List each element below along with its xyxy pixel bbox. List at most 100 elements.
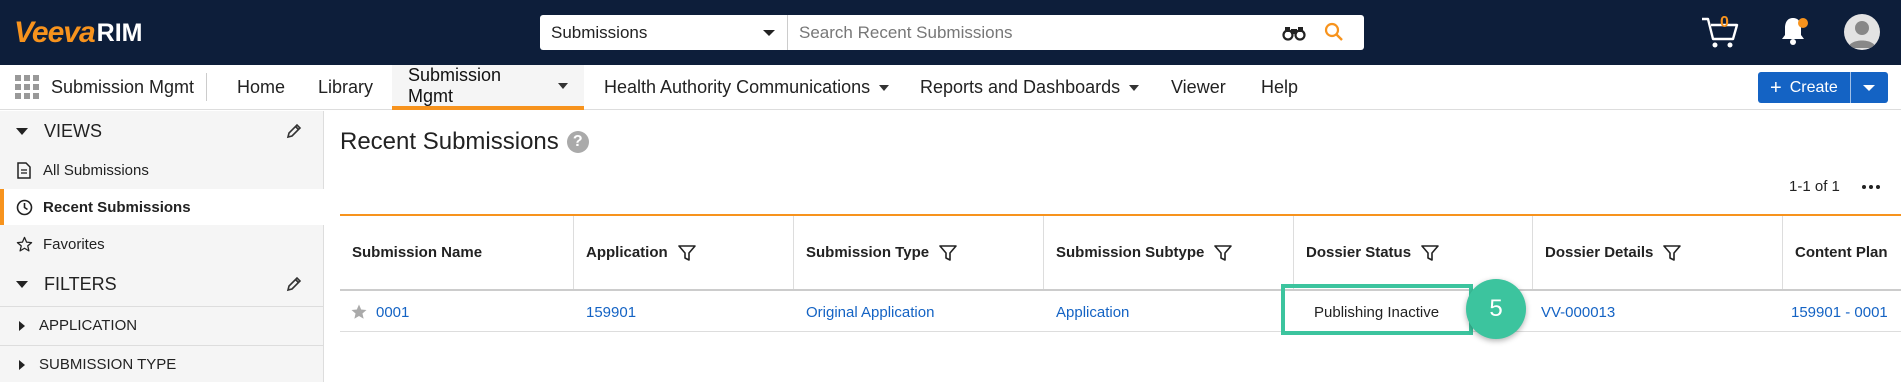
submission-subtype-link[interactable]: Application: [1056, 304, 1129, 321]
filter-icon[interactable]: [1663, 244, 1682, 262]
table-header-row: Submission Name Application Submission T…: [340, 216, 1901, 291]
column-header-submission-name[interactable]: Submission Name: [340, 216, 574, 289]
cell-dossier-details: VV-000013: [1533, 292, 1783, 332]
user-avatar[interactable]: [1844, 14, 1880, 50]
global-search: Submissions: [540, 15, 1364, 50]
nav-tab-help[interactable]: Help: [1245, 65, 1314, 110]
chevron-down-icon: [558, 82, 568, 89]
column-header-label: Submission Type: [806, 244, 930, 261]
expand-icon: [19, 359, 25, 370]
sidebar-item-all-submissions[interactable]: All Submissions: [0, 152, 324, 188]
current-app-label[interactable]: Submission Mgmt: [51, 77, 194, 98]
column-header-dossier-details[interactable]: Dossier Details: [1533, 216, 1783, 289]
sidebar-item-label: Recent Submissions: [43, 198, 191, 216]
column-header-label: Submission Subtype: [1056, 244, 1205, 261]
application-link[interactable]: 159901: [586, 304, 636, 321]
pagination-count: 1-1 of 1: [1789, 178, 1840, 195]
chevron-down-icon: [763, 30, 775, 36]
clock-icon: [15, 199, 33, 216]
search-input[interactable]: [788, 15, 1364, 50]
cart-count: 0: [1720, 14, 1729, 31]
filters-section-header[interactable]: FILTERS: [0, 264, 324, 304]
nav-divider: [206, 73, 207, 101]
table-row: 0001 159901 Original Application Applica…: [340, 292, 1901, 332]
veeva-rim-logo[interactable]: Veeva RIM: [14, 16, 143, 49]
pencil-icon[interactable]: [286, 123, 302, 144]
main-nav: Submission Mgmt Home Library Submission …: [0, 65, 1901, 110]
filters-title: FILTERS: [44, 273, 117, 294]
filter-icon[interactable]: [939, 244, 957, 262]
more-actions-icon[interactable]: [1862, 185, 1880, 189]
plus-icon: +: [1770, 76, 1782, 99]
filter-icon[interactable]: [1214, 244, 1233, 262]
nav-tab-submission-mgmt[interactable]: Submission Mgmt: [392, 65, 584, 110]
sidebar-item-label: All Submissions: [43, 161, 149, 179]
nav-tab-label: Help: [1261, 77, 1299, 97]
help-icon[interactable]: ?: [566, 131, 589, 153]
filter-submission-type[interactable]: SUBMISSION TYPE: [0, 345, 324, 383]
nav-tab-label: Reports and Dashboards: [920, 77, 1121, 97]
submission-name-link[interactable]: 0001: [376, 304, 409, 321]
filter-application[interactable]: APPLICATION: [0, 306, 324, 344]
filter-icon[interactable]: [677, 244, 696, 262]
column-header-content-plan[interactable]: Content Plan: [1783, 216, 1901, 289]
callout-highlight-box: [1281, 284, 1473, 335]
nav-tab-library[interactable]: Library: [302, 65, 389, 110]
submissions-table: Submission Name Application Submission T…: [340, 214, 1901, 332]
chevron-down-icon: [879, 84, 890, 91]
column-header-label: Content Plan: [1795, 244, 1888, 261]
sidebar-item-recent-submissions[interactable]: Recent Submissions: [0, 189, 324, 225]
column-header-label: Application: [586, 244, 668, 261]
sidebar: VIEWS All Submissions Recent Submissions…: [0, 111, 324, 382]
sidebar-item-favorites[interactable]: Favorites: [0, 226, 324, 262]
logo-rim: RIM: [96, 18, 143, 47]
nav-tab-label: Home: [237, 77, 286, 97]
nav-tab-reports-and-dashboards[interactable]: Reports and Dashboards: [904, 65, 1155, 110]
chevron-down-icon[interactable]: [1863, 85, 1875, 91]
document-icon: [15, 161, 33, 179]
nav-tab-health-authority-communications[interactable]: Health Authority Communications: [588, 65, 905, 110]
chevron-down-icon: [1129, 84, 1140, 91]
page-title: Recent Submissions ?: [340, 128, 589, 156]
star-icon: [15, 236, 33, 253]
submission-type-link[interactable]: Original Application: [806, 304, 934, 321]
create-button[interactable]: + Create: [1758, 72, 1888, 103]
filter-label: SUBMISSION TYPE: [39, 356, 177, 373]
filter-icon[interactable]: [1421, 244, 1439, 262]
views-title: VIEWS: [44, 120, 103, 141]
sidebar-item-label: Favorites: [43, 235, 105, 253]
column-header-label: Dossier Details: [1545, 244, 1654, 261]
collapse-icon: [16, 280, 28, 288]
views-section-header[interactable]: VIEWS: [0, 111, 324, 151]
nav-tab-label: Viewer: [1171, 77, 1226, 97]
notification-dot: [1798, 18, 1808, 28]
app-launcher-icon[interactable]: [15, 75, 39, 104]
search-scope-value: Submissions: [551, 22, 648, 42]
column-header-label: Dossier Status: [1306, 244, 1412, 261]
nav-tab-home[interactable]: Home: [221, 65, 301, 110]
nav-tab-viewer[interactable]: Viewer: [1155, 65, 1242, 110]
pencil-icon[interactable]: [286, 276, 302, 297]
favorite-star-icon[interactable]: [350, 303, 368, 321]
content-plan-link[interactable]: 159901 - 0001: [1791, 304, 1888, 321]
search-scope-select[interactable]: Submissions: [540, 15, 788, 50]
cell-application: 159901: [574, 292, 794, 332]
nav-tab-label: Health Authority Communications: [604, 77, 871, 97]
search-icon[interactable]: [1324, 22, 1344, 47]
cell-submission-name: 0001: [340, 292, 574, 332]
cell-submission-subtype: Application: [1044, 292, 1294, 332]
column-header-label: Submission Name: [352, 244, 483, 261]
column-header-submission-subtype[interactable]: Submission Subtype: [1044, 216, 1294, 289]
column-header-application[interactable]: Application: [574, 216, 794, 289]
filter-label: APPLICATION: [39, 317, 138, 334]
binoculars-icon[interactable]: [1282, 24, 1306, 47]
column-header-submission-type[interactable]: Submission Type: [794, 216, 1044, 289]
create-label: Create: [1789, 78, 1838, 96]
expand-icon: [19, 320, 25, 331]
page-title-text: Recent Submissions: [340, 128, 559, 155]
dossier-details-link[interactable]: VV-000013: [1541, 304, 1615, 321]
nav-tab-label: Submission Mgmt: [408, 64, 502, 106]
top-header: Veeva RIM Submissions 0: [0, 0, 1901, 65]
callout-badge: 5: [1466, 279, 1526, 339]
create-divider: [1850, 72, 1851, 103]
